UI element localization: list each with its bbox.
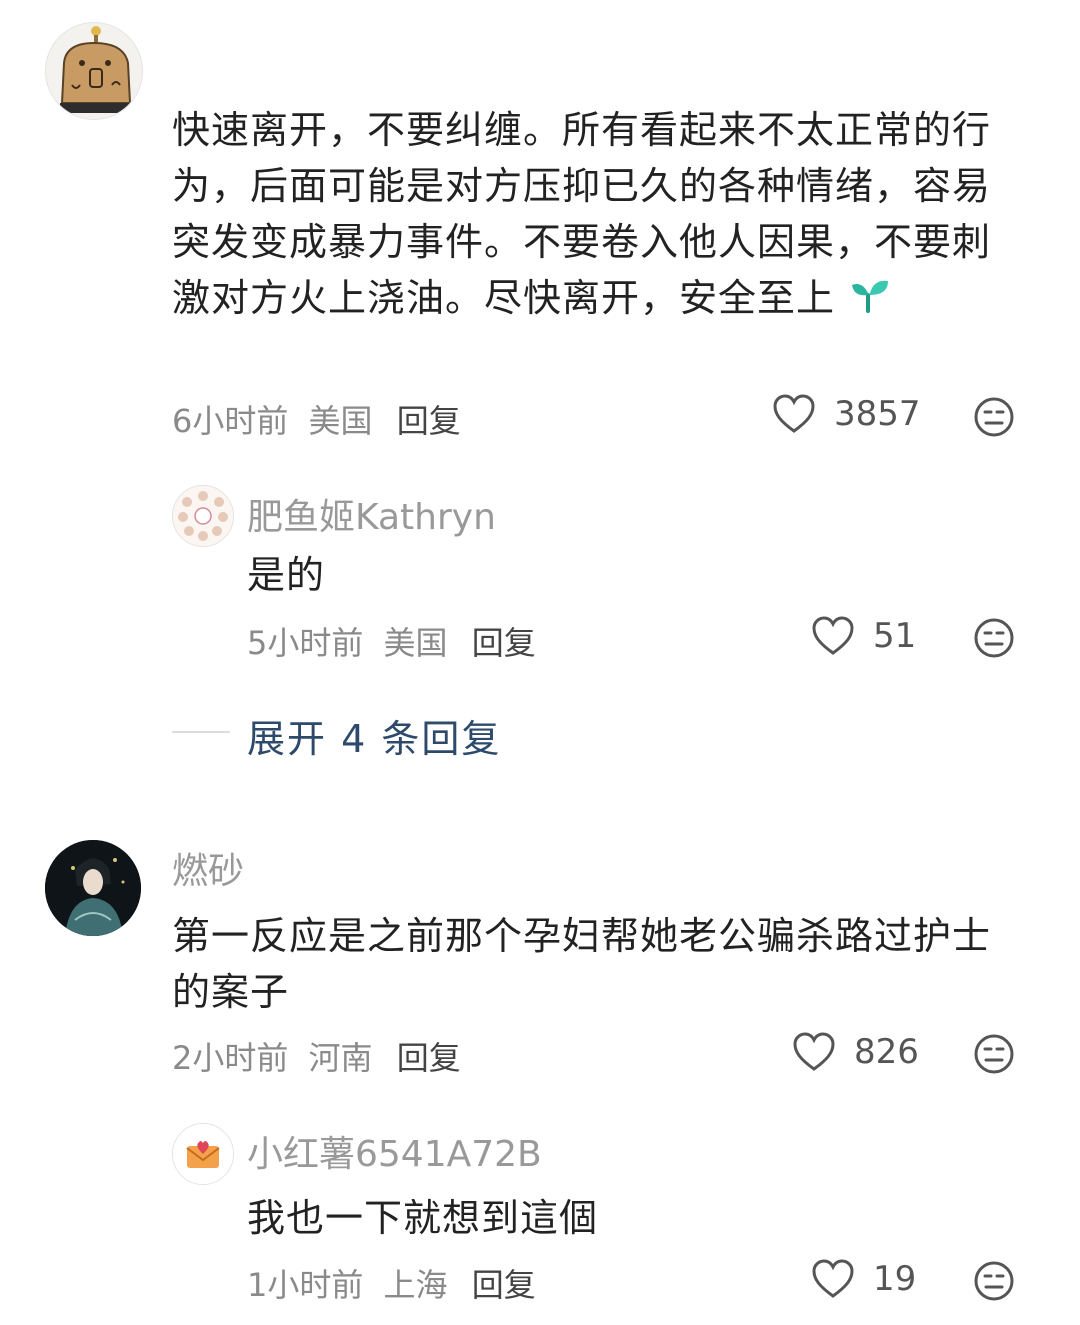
dislike-button[interactable]: [973, 396, 1015, 442]
reply-location: 上海: [383, 1266, 448, 1304]
like-count: 826: [854, 1032, 919, 1072]
bunny-ring-avatar-icon: [173, 486, 233, 546]
comment-time: 6小时前: [172, 402, 289, 440]
neutral-face-icon: [974, 1261, 1014, 1301]
comment-location: 河南: [308, 1039, 373, 1077]
reply-time: 1小时前: [247, 1266, 364, 1304]
expand-replies-button[interactable]: 展开 4 条回复: [247, 708, 501, 763]
like-button[interactable]: 51: [811, 616, 916, 656]
like-button[interactable]: 19: [811, 1259, 916, 1299]
reply-button[interactable]: 回复: [472, 624, 536, 662]
neutral-face-icon: [974, 618, 1014, 658]
dislike-button[interactable]: [973, 1033, 1015, 1079]
reply-button[interactable]: 回复: [472, 1266, 536, 1304]
comment-text: 第一反应是之前那个孕妇帮她老公骗杀路过护士的案子: [172, 914, 992, 1014]
reply-text: 我也一下就想到這個: [247, 1196, 599, 1240]
heart-icon: [773, 394, 815, 433]
neutral-face-icon: [974, 1034, 1014, 1074]
avatar[interactable]: [172, 1123, 234, 1185]
envelope-heart-avatar-icon: [173, 1124, 233, 1184]
like-count: 19: [873, 1259, 917, 1299]
heart-icon: [812, 616, 854, 655]
avatar[interactable]: [172, 485, 234, 547]
reply-text: 是的: [247, 553, 326, 597]
reply-meta: 5小时前 美国 回复: [247, 618, 536, 664]
dislike-button[interactable]: [973, 617, 1015, 663]
avatar[interactable]: [45, 840, 141, 936]
capybara-avatar-icon: [46, 23, 142, 119]
comment-time: 2小时前: [172, 1039, 289, 1077]
sprout-icon: [848, 271, 892, 330]
reply-username[interactable]: 肥鱼姬Kathryn: [247, 488, 496, 540]
neutral-face-icon: [974, 397, 1014, 437]
like-button[interactable]: 3857: [772, 394, 921, 434]
reply-button[interactable]: 回复: [397, 402, 461, 440]
comment-meta: 2小时前 河南 回复: [172, 1033, 461, 1079]
like-button[interactable]: 826: [792, 1032, 919, 1072]
comment-username[interactable]: 燃砂: [172, 842, 244, 894]
reply-username[interactable]: 小红薯6541A72B: [247, 1125, 542, 1177]
divider: [172, 731, 230, 733]
avatar[interactable]: [45, 22, 143, 120]
reply-meta: 1小时前 上海 回复: [247, 1260, 536, 1306]
reply-time: 5小时前: [247, 624, 364, 662]
comment-text: 快速离开，不要纠缠。所有看起来不太正常的行为，后面可能是对方压抑已久的各种情绪，…: [172, 102, 1017, 330]
costume-portrait-avatar-icon: [45, 840, 141, 936]
reply-location: 美国: [383, 624, 448, 662]
comment-meta: 6小时前 美国 回复: [172, 396, 461, 442]
dislike-button[interactable]: [973, 1260, 1015, 1306]
heart-icon: [812, 1259, 854, 1298]
like-count: 3857: [834, 394, 921, 434]
heart-icon: [793, 1032, 835, 1071]
comment-location: 美国: [308, 402, 373, 440]
reply-button[interactable]: 回复: [397, 1039, 461, 1077]
like-count: 51: [873, 616, 917, 656]
